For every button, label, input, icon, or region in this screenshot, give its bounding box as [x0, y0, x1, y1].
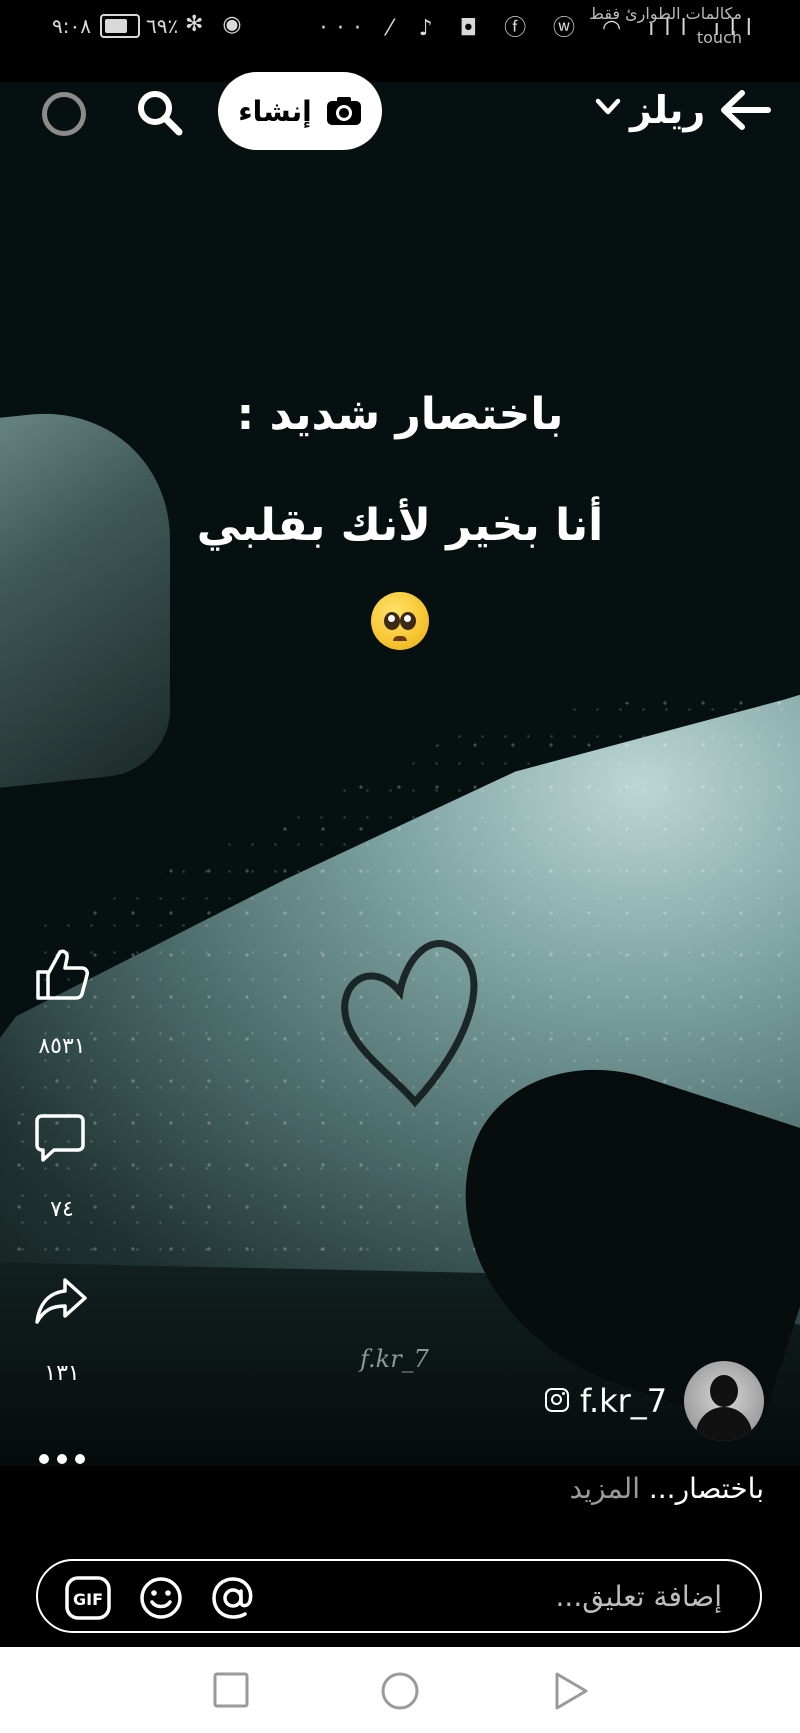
back-triangle-icon[interactable] [552, 1671, 590, 1711]
profile-ring-icon[interactable] [42, 92, 86, 136]
reel-text-line2: أنا بخير لأنك بقلبي [196, 500, 604, 551]
gif-icon[interactable]: GIF [64, 1575, 112, 1621]
reels-title[interactable]: ريلز [630, 88, 705, 132]
status-bar: ٩:٠٨ ٦٩٪ ✻ ◉ ··· ⁄ ♪ ◘ ⓕ ⓦ ◠ ıll ıll مكا… [0, 0, 800, 82]
comment-input[interactable] [420, 1579, 724, 1614]
caption-more-link[interactable]: المزيد [570, 1472, 640, 1505]
battery-percent: ٦٩٪ [146, 14, 179, 38]
comment-icon[interactable] [34, 1112, 86, 1164]
share-icon[interactable] [34, 1276, 88, 1326]
comment-count: ٧٤ [50, 1197, 74, 1222]
carrier-text: مكالمات الطوارئ فقط [589, 4, 742, 23]
pleading-face-icon [0, 592, 800, 654]
status-time: ٩:٠٨ [52, 14, 91, 38]
gif-label: GIF [73, 1590, 103, 1609]
search-icon[interactable] [135, 88, 183, 136]
carrier-text-2: touch [696, 28, 742, 47]
chevron-down-icon[interactable] [593, 96, 623, 118]
camera-icon [326, 97, 361, 125]
back-arrow-icon[interactable] [718, 88, 772, 132]
like-icon[interactable] [34, 948, 90, 1002]
heart-drawing-icon [341, 940, 478, 1108]
mention-icon[interactable] [210, 1575, 256, 1621]
caption-text: باختصار... [648, 1472, 764, 1505]
instagram-icon[interactable] [545, 1388, 569, 1412]
reel-caption[interactable]: باختصار... المزيد [570, 1472, 764, 1505]
home-icon[interactable] [380, 1671, 420, 1711]
reel-video[interactable]: باختصار شديد : أنا بخير لأنك بقلبي [0, 82, 800, 1466]
bluetooth-icon: ✻ ◉ [185, 12, 248, 37]
comment-bar: GIF [36, 1559, 762, 1633]
reel-text-line1: باختصار شديد : [236, 389, 564, 440]
recent-apps-icon[interactable] [212, 1671, 250, 1709]
author-username[interactable]: f.kr_7 [580, 1382, 667, 1420]
share-count: ١٣١ [44, 1361, 80, 1386]
author-avatar[interactable] [684, 1361, 764, 1441]
emoji-icon[interactable] [138, 1575, 184, 1621]
system-navigation-bar [0, 1647, 800, 1733]
video-watermark: f.kr_7 [360, 1345, 429, 1373]
create-label: إنشاء [238, 94, 312, 128]
like-count: ٨٥٣١ [38, 1034, 86, 1059]
more-options-icon[interactable] [38, 1452, 86, 1466]
battery-icon [100, 14, 140, 38]
create-button[interactable]: إنشاء [218, 72, 382, 150]
